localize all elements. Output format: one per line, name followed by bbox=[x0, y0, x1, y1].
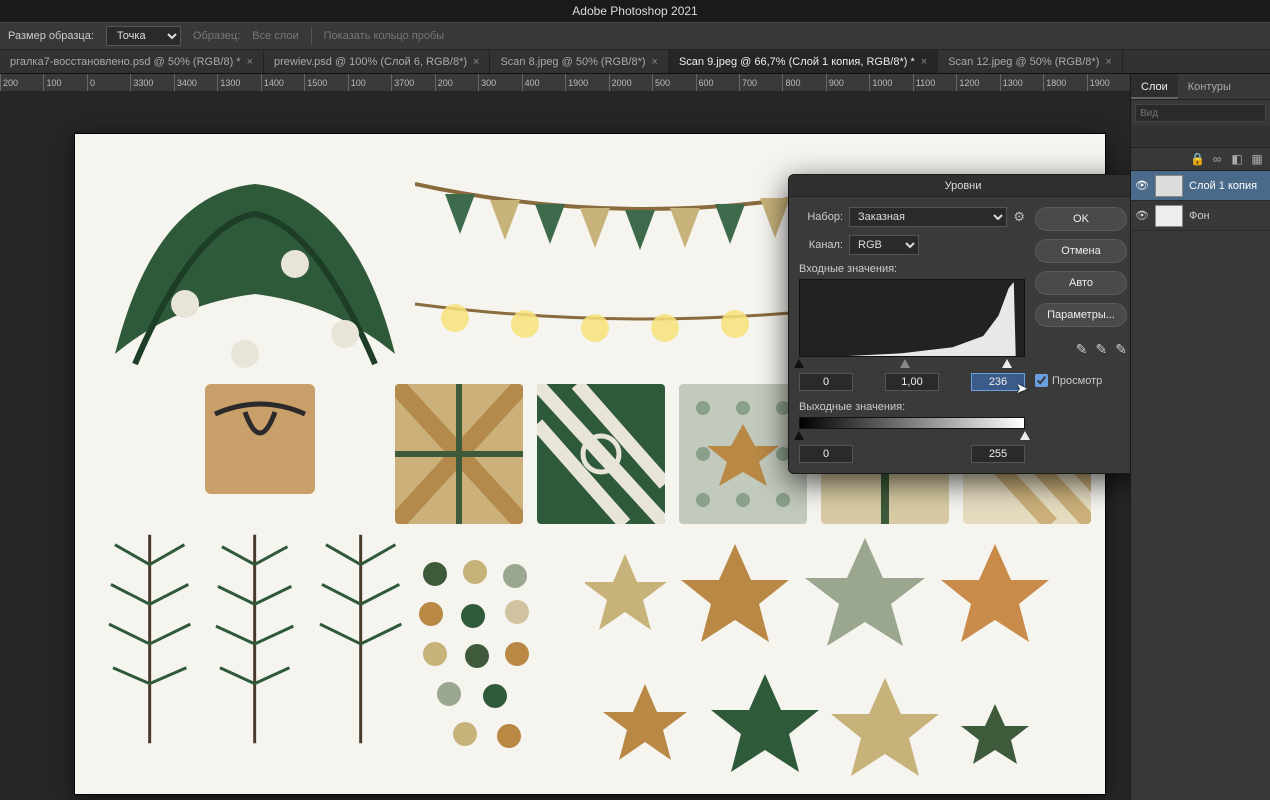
sample-label: Образец: bbox=[193, 30, 240, 42]
layer-thumbnail bbox=[1155, 205, 1183, 227]
sample-size-label: Размер образца: bbox=[8, 30, 94, 42]
output-white-field[interactable] bbox=[971, 445, 1025, 463]
canvas-area[interactable]: 2001000330034001300140015001003700200300… bbox=[0, 74, 1130, 800]
image-stars bbox=[585, 534, 1105, 784]
tab-doc-2[interactable]: prewiev.psd @ 100% (Слой 6, RGB/8*)× bbox=[264, 50, 490, 73]
tab-doc-5[interactable]: Scan 12.jpeg @ 50% (RGB/8*)× bbox=[938, 50, 1123, 73]
show-ring-label: Показать кольцо пробы bbox=[324, 30, 445, 42]
layer-search-input[interactable] bbox=[1135, 104, 1266, 122]
close-icon[interactable]: × bbox=[921, 50, 927, 74]
input-black-field[interactable] bbox=[799, 373, 853, 391]
white-point-handle[interactable] bbox=[1002, 359, 1012, 368]
eyedropper-gray-icon[interactable]: ✎ bbox=[1096, 341, 1108, 358]
histogram[interactable] bbox=[799, 279, 1025, 357]
layer-thumbnail bbox=[1155, 175, 1183, 197]
gear-icon[interactable]: ⚙ bbox=[1013, 209, 1025, 225]
fill-icon[interactable]: ◧ bbox=[1230, 152, 1244, 166]
sample-size-select[interactable]: Точка bbox=[106, 26, 181, 46]
preview-checkbox[interactable] bbox=[1035, 374, 1048, 387]
preset-select[interactable]: Заказная bbox=[849, 207, 1007, 227]
tab-doc-1[interactable]: ргалка7-восстановлено.psd @ 50% (RGB/8) … bbox=[0, 50, 264, 73]
options-bar: Размер образца: Точка Образец: Все слои … bbox=[0, 22, 1270, 50]
image-branches bbox=[105, 534, 405, 774]
tab-layers[interactable]: Слои bbox=[1131, 74, 1178, 99]
layers-panel: Слои Контуры 🔒 ∞ ◧ ▦ 👁 Слой 1 копия 👁 Фо… bbox=[1130, 74, 1270, 800]
output-slider[interactable] bbox=[799, 431, 1025, 441]
layer-name: Фон bbox=[1189, 210, 1210, 222]
app-titlebar: Adobe Photoshop 2021 bbox=[0, 0, 1270, 22]
black-point-handle[interactable] bbox=[794, 359, 804, 368]
ok-button[interactable]: OK bbox=[1035, 207, 1127, 231]
cancel-button[interactable]: Отмена bbox=[1035, 239, 1127, 263]
close-icon[interactable]: × bbox=[473, 50, 479, 74]
tab-doc-4[interactable]: Scan 9.jpeg @ 66,7% (Слой 1 копия, RGB/8… bbox=[669, 50, 938, 73]
levels-dialog[interactable]: Уровни Набор: Заказная ⚙ Канал: RGB Вход… bbox=[788, 174, 1130, 474]
input-white-field[interactable] bbox=[971, 373, 1025, 391]
ruler-horizontal: 2001000330034001300140015001003700200300… bbox=[0, 74, 1130, 92]
output-black-handle[interactable] bbox=[794, 431, 804, 440]
layer-item-copy[interactable]: 👁 Слой 1 копия bbox=[1131, 171, 1270, 201]
eyedropper-black-icon[interactable]: ✎ bbox=[1076, 341, 1088, 358]
tab-doc-3[interactable]: Scan 8.jpeg @ 50% (RGB/8*)× bbox=[490, 50, 669, 73]
output-values-label: Выходные значения: bbox=[799, 401, 1025, 413]
auto-button[interactable]: Авто bbox=[1035, 271, 1127, 295]
close-icon[interactable]: × bbox=[1105, 50, 1111, 74]
tab-paths[interactable]: Контуры bbox=[1178, 74, 1241, 99]
image-pine-bush bbox=[95, 154, 405, 494]
eyedropper-white-icon[interactable]: ✎ bbox=[1115, 341, 1127, 358]
channel-label: Канал: bbox=[799, 239, 843, 251]
visibility-icon[interactable]: 👁 bbox=[1135, 209, 1149, 222]
options-button[interactable]: Параметры... bbox=[1035, 303, 1127, 327]
document-tabs: ргалка7-восстановлено.psd @ 50% (RGB/8) … bbox=[0, 50, 1270, 74]
midtone-handle[interactable] bbox=[900, 359, 910, 368]
input-slider[interactable] bbox=[799, 359, 1025, 369]
preview-label: Просмотр bbox=[1052, 375, 1102, 387]
layer-item-background[interactable]: 👁 Фон bbox=[1131, 201, 1270, 231]
output-gradient[interactable] bbox=[799, 417, 1025, 429]
preset-label: Набор: bbox=[799, 211, 843, 223]
lock-icon[interactable]: 🔒 bbox=[1190, 152, 1204, 166]
layer-name: Слой 1 копия bbox=[1189, 180, 1257, 192]
close-icon[interactable]: × bbox=[247, 50, 253, 74]
input-values-label: Входные значения: bbox=[799, 263, 1025, 275]
input-gamma-field[interactable] bbox=[885, 373, 939, 391]
output-white-handle[interactable] bbox=[1020, 431, 1030, 440]
close-icon[interactable]: × bbox=[652, 50, 658, 74]
link-icon[interactable]: ∞ bbox=[1210, 152, 1224, 166]
dialog-title: Уровни bbox=[789, 175, 1130, 197]
visibility-icon[interactable]: 👁 bbox=[1135, 179, 1149, 192]
mask-icon[interactable]: ▦ bbox=[1250, 152, 1264, 166]
output-black-field[interactable] bbox=[799, 445, 853, 463]
image-dots bbox=[405, 554, 575, 774]
sample-value: Все слои bbox=[252, 30, 298, 42]
blend-row[interactable] bbox=[1131, 126, 1270, 148]
channel-select[interactable]: RGB bbox=[849, 235, 919, 255]
